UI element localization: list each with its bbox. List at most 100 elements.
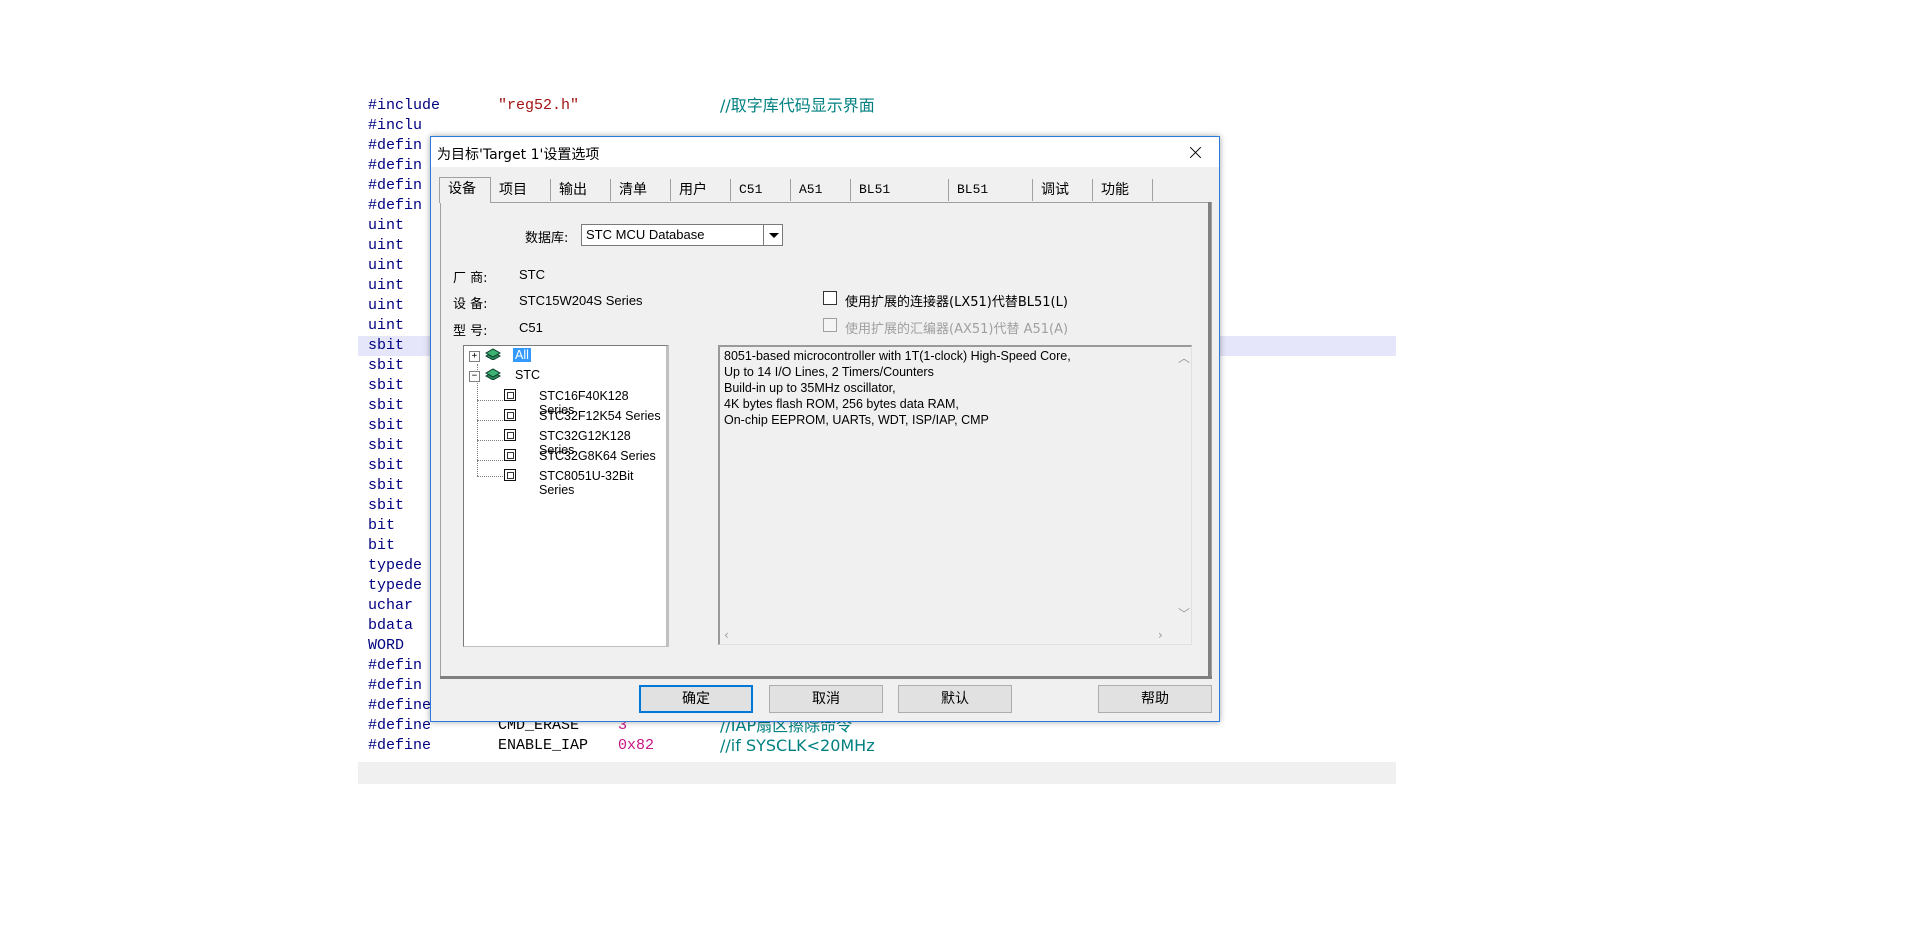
- code-identifier: ENABLE_IAP: [498, 737, 589, 754]
- chip-icon: [504, 429, 516, 441]
- code-line[interactable]: #define ENABLE_IAP 0x82 //if SYSCLK<20MHz: [358, 736, 1396, 756]
- code-comment: //取字库代码显示界面: [720, 96, 875, 115]
- code-keyword: uint: [368, 277, 405, 294]
- ok-button[interactable]: 确定: [639, 685, 753, 713]
- description-line: On-chip EEPROM, UARTs, WDT, ISP/IAP, CMP: [724, 413, 989, 427]
- tree-line: [477, 460, 503, 461]
- tree-item-device[interactable]: STC32G8K64 Series: [539, 449, 656, 463]
- database-select[interactable]: STC MCU Database: [581, 224, 783, 246]
- description-line: Up to 14 I/O Lines, 2 Timers/Counters: [724, 365, 934, 379]
- code-keyword: #define: [368, 697, 432, 714]
- code-keyword: sbit: [368, 477, 405, 494]
- code-keyword: bit: [368, 517, 396, 534]
- tree-line: [477, 476, 503, 477]
- code-number: 0x82: [618, 737, 655, 754]
- code-keyword: sbit: [368, 497, 405, 514]
- code-keyword: #define: [368, 737, 432, 754]
- book-icon: [485, 368, 501, 380]
- code-keyword: #defin: [368, 197, 423, 214]
- device-label: 设 备:: [453, 297, 488, 312]
- tab-a51[interactable]: A51: [791, 179, 851, 201]
- code-keyword: #defin: [368, 157, 423, 174]
- close-icon[interactable]: [1173, 137, 1219, 167]
- code-keyword: #defin: [368, 677, 423, 694]
- target-options-dialog: 为目标'Target 1'设置选项 设备 项目 输出 清单 用户 C51 A51…: [430, 136, 1220, 722]
- dropdown-arrow-icon[interactable]: [763, 225, 782, 245]
- tab-strip: 设备 项目 输出 清单 用户 C51 A51 BL51 Locate BL51 …: [439, 177, 1209, 219]
- tree-item-all[interactable]: All: [513, 348, 531, 362]
- code-keyword: sbit: [368, 417, 405, 434]
- toolset-label: 型 号:: [453, 324, 488, 339]
- code-line[interactable]: #include "reg52.h" //取字库代码显示界面: [358, 96, 1396, 116]
- collapse-minus-icon[interactable]: −: [469, 371, 480, 382]
- tree-item-device[interactable]: STC8051U-32Bit Series: [539, 469, 666, 497]
- device-tree[interactable]: + All − STC STC16F40K128 Series STC32F12…: [463, 345, 669, 647]
- chip-icon: [504, 389, 516, 401]
- defaults-button[interactable]: 默认: [898, 685, 1012, 713]
- code-keyword: #define: [368, 717, 432, 734]
- dialog-titlebar[interactable]: 为目标'Target 1'设置选项: [431, 137, 1219, 167]
- code-keyword: WORD: [368, 637, 405, 654]
- tab-project[interactable]: 项目: [491, 179, 551, 201]
- description-line: Build-in up to 35MHz oscillator,: [724, 381, 896, 395]
- tab-bl51-misc[interactable]: BL51 Misc: [949, 179, 1033, 219]
- vendor-label: 厂 商:: [453, 271, 488, 286]
- database-value: STC MCU Database: [586, 227, 705, 242]
- tree-item-device[interactable]: STC32F12K54 Series: [539, 409, 661, 423]
- tab-listing[interactable]: 清单: [611, 179, 671, 201]
- tab-device[interactable]: 设备: [439, 177, 491, 203]
- tree-line: [477, 440, 503, 441]
- cancel-button[interactable]: 取消: [769, 685, 883, 713]
- code-keyword: typede: [368, 577, 423, 594]
- code-keyword: #include: [368, 97, 441, 114]
- horizontal-scrollbar[interactable]: ‹ ›: [720, 627, 1175, 644]
- chip-icon: [504, 409, 516, 421]
- code-keyword: sbit: [368, 457, 405, 474]
- code-keyword: sbit: [368, 397, 405, 414]
- description-line: 8051-based microcontroller with 1T(1-clo…: [724, 349, 1071, 363]
- use-lx51-checkbox[interactable]: [823, 291, 837, 305]
- toolset-value: C51: [519, 320, 543, 335]
- device-description[interactable]: 8051-based microcontroller with 1T(1-clo…: [718, 345, 1192, 645]
- code-keyword: uint: [368, 217, 405, 234]
- vendor-value: STC: [519, 267, 545, 282]
- tab-utilities[interactable]: 功能: [1093, 179, 1153, 201]
- code-keyword: #defin: [368, 177, 423, 194]
- code-keyword: sbit: [368, 437, 405, 454]
- panel-shadow: [1208, 202, 1211, 679]
- code-keyword: bit: [368, 537, 396, 554]
- tab-output[interactable]: 输出: [551, 179, 611, 201]
- code-keyword: bdata: [368, 617, 414, 634]
- chip-icon: [504, 449, 516, 461]
- dialog-title: 为目标'Target 1'设置选项: [437, 147, 600, 163]
- tab-debug[interactable]: 调试: [1033, 179, 1093, 201]
- code-line[interactable]: #inclu: [358, 116, 1396, 136]
- scroll-up-icon[interactable]: ︿: [1178, 349, 1190, 366]
- code-keyword: sbit: [368, 377, 405, 394]
- tree-line: [477, 420, 503, 421]
- code-keyword: uint: [368, 297, 405, 314]
- tab-c51[interactable]: C51: [731, 179, 791, 201]
- tab-user[interactable]: 用户: [671, 179, 731, 201]
- use-ax51-checkbox[interactable]: [823, 318, 837, 332]
- help-button[interactable]: 帮助: [1098, 685, 1212, 713]
- scroll-right-icon[interactable]: ›: [1158, 628, 1163, 642]
- chip-icon: [504, 469, 516, 481]
- code-keyword: #inclu: [368, 117, 423, 134]
- code-keyword: sbit: [368, 357, 405, 374]
- code-keyword: uchar: [368, 597, 414, 614]
- tree-item-stc[interactable]: STC: [515, 368, 540, 382]
- code-keyword: uint: [368, 317, 405, 334]
- tab-bl51-locate[interactable]: BL51 Locate: [851, 179, 949, 219]
- book-icon: [485, 348, 501, 360]
- editor-scrollbar-area: [358, 762, 1396, 784]
- code-keyword: #defin: [368, 657, 423, 674]
- code-identifier: "reg52.h": [498, 97, 580, 114]
- scroll-down-icon[interactable]: ﹀: [1178, 605, 1190, 622]
- expand-plus-icon[interactable]: +: [469, 351, 480, 362]
- code-keyword: sbit: [368, 337, 405, 354]
- code-keyword: uint: [368, 257, 405, 274]
- vertical-scrollbar[interactable]: ︿ ﹀: [1174, 347, 1191, 623]
- use-lx51-label: 使用扩展的连接器(LX51)代替BL51(L): [845, 295, 1068, 310]
- scroll-left-icon[interactable]: ‹: [724, 628, 729, 642]
